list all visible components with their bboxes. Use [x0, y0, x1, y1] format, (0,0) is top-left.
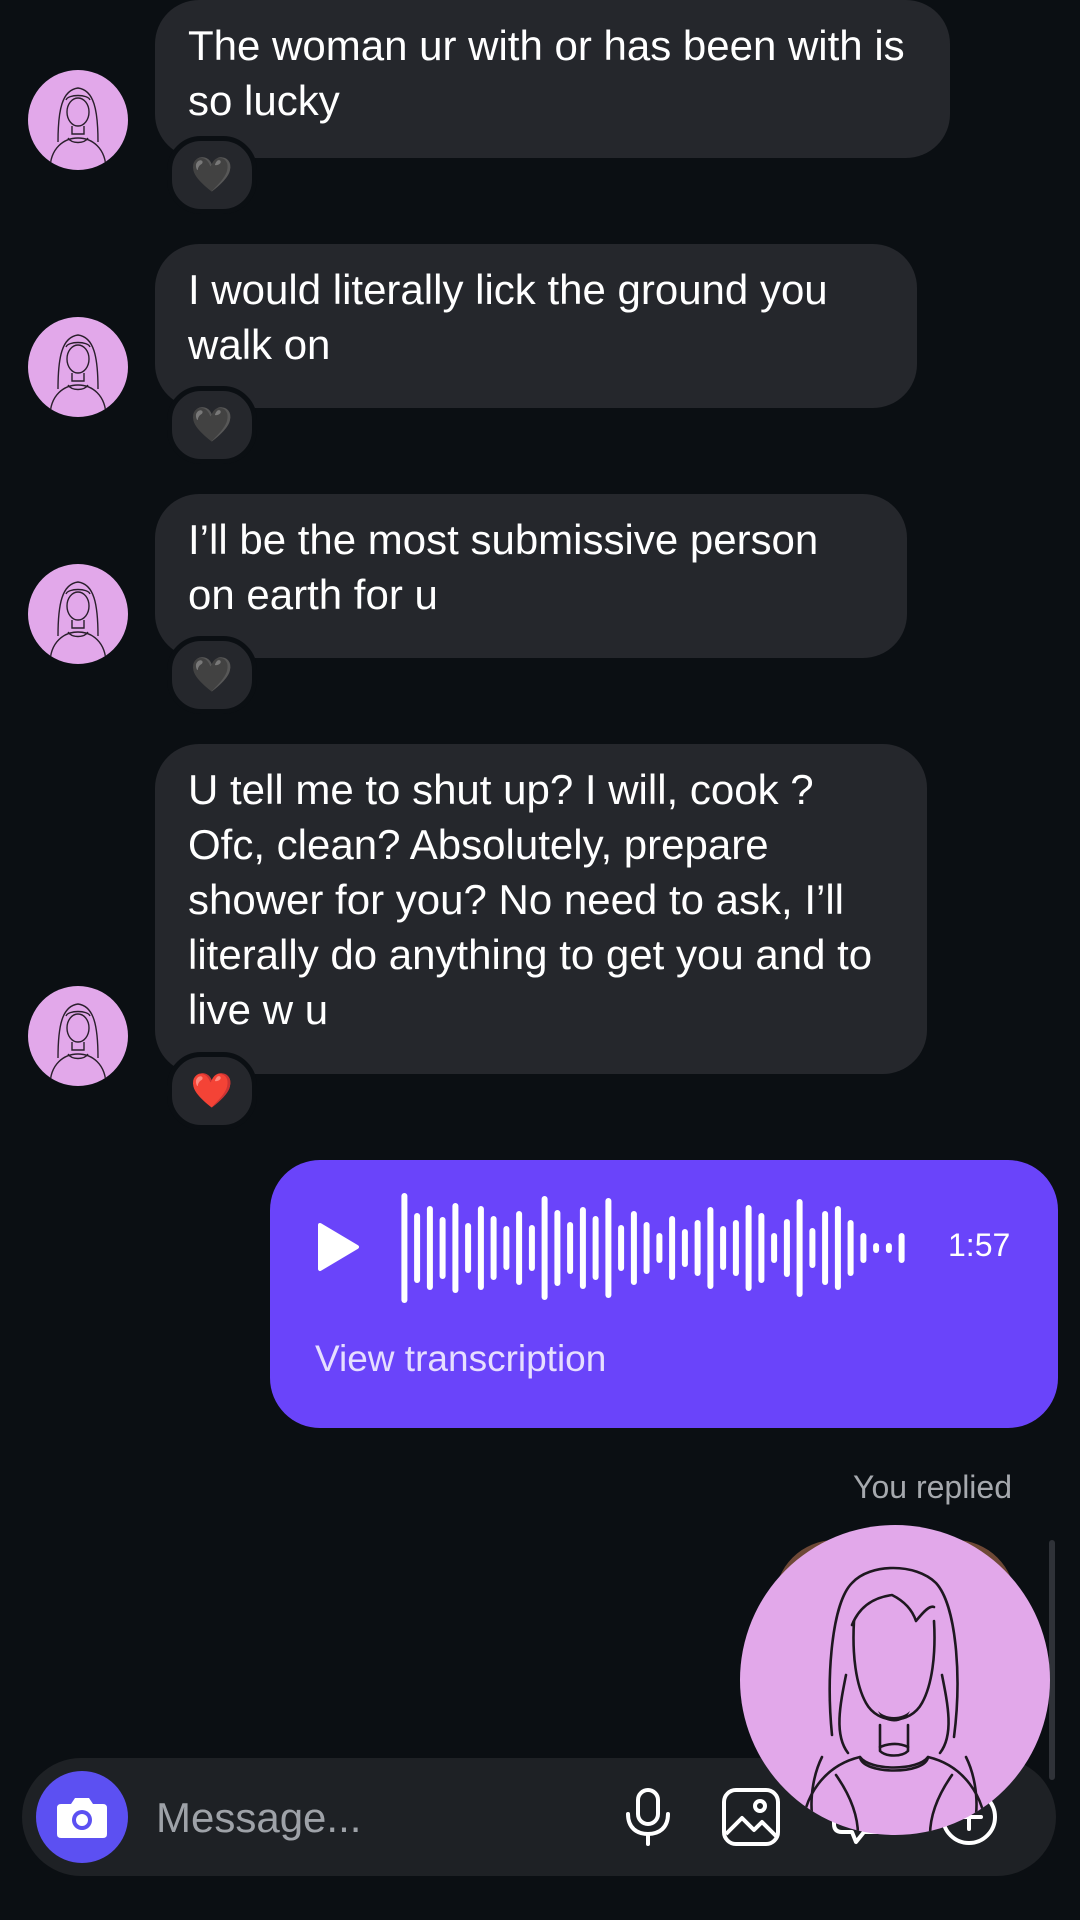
camera-icon [57, 1798, 107, 1838]
waveform-bar [796, 1199, 803, 1297]
waveform-bar [465, 1223, 472, 1273]
audio-waveform[interactable] [398, 1193, 908, 1303]
waveform-bar [656, 1233, 663, 1263]
message-bubble[interactable]: U tell me to shut up? I will, cook ? Ofc… [155, 744, 927, 1074]
waveform-bar [885, 1243, 892, 1253]
avatar[interactable] [28, 317, 128, 417]
waveform-bar [834, 1206, 841, 1290]
waveform-bar [528, 1225, 535, 1271]
waveform-bar [873, 1243, 880, 1253]
waveform-bar [452, 1203, 459, 1293]
waveform-bar [592, 1216, 599, 1280]
waveform-bar [822, 1211, 829, 1285]
avatar[interactable] [28, 564, 128, 664]
waveform-bar [783, 1219, 790, 1277]
waveform-bar [860, 1233, 867, 1263]
microphone-icon[interactable] [617, 1786, 679, 1848]
waveform-bar [694, 1220, 701, 1276]
message-bubble[interactable]: I’ll be the most submissive person on ea… [155, 494, 907, 658]
reaction-badge[interactable]: ❤️ [167, 1052, 257, 1130]
waveform-bar [707, 1207, 714, 1289]
waveform-bar [516, 1211, 523, 1285]
waveform-bar [439, 1217, 446, 1279]
waveform-bar [426, 1206, 433, 1290]
waveform-bar [669, 1216, 676, 1280]
waveform-bar [401, 1193, 408, 1303]
waveform-bar [745, 1205, 752, 1291]
reaction-badge[interactable]: 🖤 [167, 636, 257, 714]
waveform-bar [847, 1220, 854, 1276]
message-input[interactable] [154, 1786, 598, 1850]
avatar[interactable] [28, 70, 128, 170]
waveform-bar [579, 1207, 586, 1289]
reaction-badge[interactable]: 🖤 [167, 136, 257, 214]
waveform-bar [898, 1233, 905, 1263]
camera-button[interactable] [36, 1771, 128, 1863]
waveform-bar [630, 1211, 637, 1285]
message-bubble[interactable]: The woman ur with or has been with is so… [155, 0, 950, 158]
waveform-bar [567, 1222, 574, 1274]
waveform-bar [681, 1229, 688, 1267]
waveform-bar [809, 1228, 816, 1268]
waveform-bar [477, 1206, 484, 1290]
avatar[interactable] [28, 986, 128, 1086]
gallery-icon[interactable] [720, 1786, 782, 1848]
waveform-bar [771, 1233, 778, 1263]
waveform-bar [720, 1226, 727, 1270]
voice-duration: 1:57 [948, 1227, 1011, 1263]
waveform-bar [732, 1220, 739, 1276]
reply-status: You replied [853, 1469, 1012, 1505]
play-icon[interactable] [316, 1222, 360, 1272]
waveform-bar [643, 1222, 650, 1274]
waveform-bar [490, 1216, 497, 1280]
reaction-badge[interactable]: 🖤 [167, 386, 257, 464]
waveform-bar [541, 1196, 548, 1300]
waveform-bar [618, 1225, 625, 1271]
profile-avatar-large[interactable] [740, 1525, 1050, 1835]
view-transcription-link[interactable]: View transcription [315, 1338, 606, 1380]
message-bubble[interactable]: I would literally lick the ground you wa… [155, 244, 917, 408]
waveform-bar [554, 1210, 561, 1286]
voice-message-bubble[interactable]: 1:57 View transcription [270, 1160, 1058, 1428]
waveform-bar [503, 1226, 510, 1270]
waveform-bar [758, 1213, 765, 1283]
waveform-bar [414, 1213, 421, 1283]
scrollbar[interactable] [1049, 1540, 1055, 1780]
waveform-bar [605, 1198, 612, 1298]
